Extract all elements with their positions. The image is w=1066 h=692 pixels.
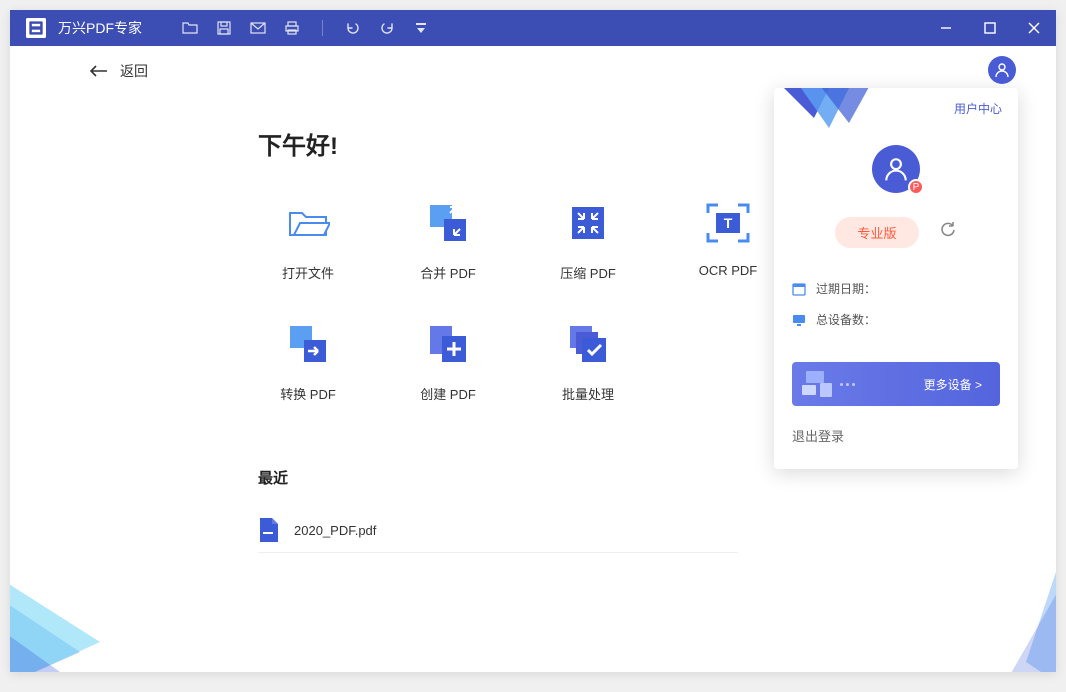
compress-pdf-icon <box>566 201 610 245</box>
tile-merge-pdf[interactable]: 合并 PDF <box>398 201 498 282</box>
ocr-pdf-icon: T <box>706 201 750 245</box>
tile-label: 批量处理 <box>562 384 614 403</box>
tile-label: 打开文件 <box>282 263 334 282</box>
minimize-button[interactable] <box>924 10 968 46</box>
arrow-left-icon <box>90 64 108 78</box>
pdf-file-icon <box>258 518 278 542</box>
save-icon[interactable] <box>216 20 232 36</box>
user-panel: 用户中心 P 专业版 过期日期： 总设备数： <box>774 88 1018 469</box>
tile-label: 转换 PDF <box>280 384 336 403</box>
refresh-button[interactable] <box>939 221 957 244</box>
user-icon <box>883 156 909 182</box>
decor-bottom-left-icon <box>10 532 110 672</box>
decor-bottom-right-icon <box>1006 482 1056 672</box>
more-devices-label: 更多设备 > <box>924 376 982 393</box>
merge-pdf-icon <box>426 201 470 245</box>
app-name: 万兴PDF专家 <box>58 18 142 38</box>
open-file-icon <box>286 201 330 245</box>
back-button[interactable]: 返回 <box>90 61 148 81</box>
pro-button[interactable]: 专业版 <box>835 217 918 248</box>
user-badge[interactable] <box>988 56 1016 84</box>
expire-row: 过期日期： <box>792 280 1000 297</box>
recent-title: 最近 <box>258 467 1056 488</box>
monitor-icon <box>792 313 806 327</box>
tile-label: 合并 PDF <box>420 263 476 282</box>
logout-button[interactable]: 退出登录 <box>774 406 1018 469</box>
maximize-button[interactable] <box>968 10 1012 46</box>
dots-icon <box>840 383 855 386</box>
create-pdf-icon <box>426 322 470 366</box>
devices-row: 总设备数： <box>792 311 1000 328</box>
panel-avatar[interactable]: P <box>872 145 920 193</box>
avatar-badge: P <box>908 179 924 195</box>
decor-icon <box>774 88 874 138</box>
back-label: 返回 <box>120 61 148 81</box>
expire-label: 过期日期： <box>816 280 876 297</box>
close-button[interactable] <box>1012 10 1056 46</box>
print-icon[interactable] <box>284 20 300 36</box>
user-icon <box>994 62 1010 78</box>
tile-open-file[interactable]: 打开文件 <box>258 201 358 282</box>
devices-icon <box>800 367 834 401</box>
batch-process-icon <box>566 322 610 366</box>
recent-file-name: 2020_PDF.pdf <box>294 523 376 538</box>
mail-icon[interactable] <box>250 20 266 36</box>
tile-label: OCR PDF <box>699 263 758 278</box>
undo-icon[interactable] <box>345 20 361 36</box>
calendar-icon <box>792 282 806 296</box>
devices-label: 总设备数： <box>816 311 876 328</box>
tile-batch-process[interactable]: 批量处理 <box>538 322 638 403</box>
menu-icon[interactable] <box>413 20 429 36</box>
more-devices-button[interactable]: 更多设备 > <box>792 362 1000 406</box>
titlebar: 万兴PDF专家 <box>10 10 1056 46</box>
tile-convert-pdf[interactable]: 转换 PDF <box>258 322 358 403</box>
redo-icon[interactable] <box>379 20 395 36</box>
tile-create-pdf[interactable]: 创建 PDF <box>398 322 498 403</box>
divider <box>322 20 323 36</box>
convert-pdf-icon <box>286 322 330 366</box>
tile-label: 压缩 PDF <box>560 263 616 282</box>
tile-label: 创建 PDF <box>420 384 476 403</box>
tile-ocr-pdf[interactable]: T OCR PDF <box>678 201 778 282</box>
folder-icon[interactable] <box>182 20 198 36</box>
app-logo-icon <box>26 18 46 38</box>
svg-text:T: T <box>724 215 733 231</box>
recent-item[interactable]: 2020_PDF.pdf <box>258 508 738 553</box>
refresh-icon <box>939 221 957 239</box>
tile-compress-pdf[interactable]: 压缩 PDF <box>538 201 638 282</box>
